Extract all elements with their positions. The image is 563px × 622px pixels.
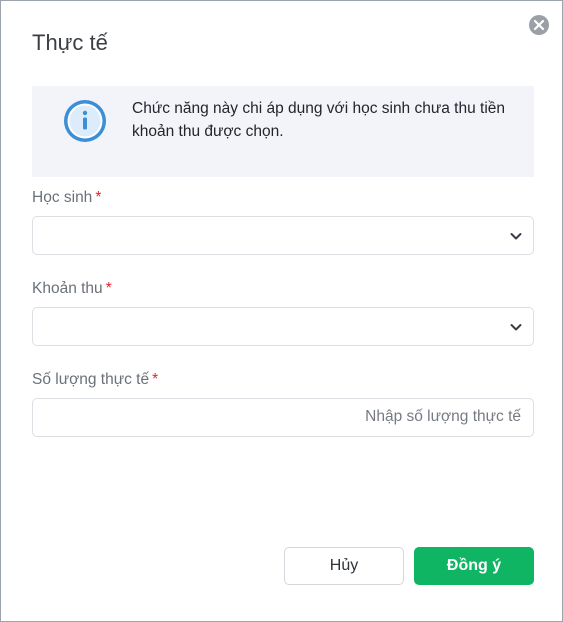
info-icon xyxy=(64,100,106,142)
required-mark: * xyxy=(105,280,112,297)
quantity-label: Số lượng thực tế * xyxy=(32,371,158,389)
fee-label-text: Khoản thu xyxy=(32,280,103,297)
dialog: Thực tế Chức năng này chi áp dụng với họ… xyxy=(0,0,563,622)
quantity-input[interactable]: Nhập số lượng thực tế xyxy=(32,398,534,437)
student-label: Học sinh * xyxy=(32,189,101,207)
quantity-label-text: Số lượng thực tế xyxy=(32,371,150,388)
student-label-text: Học sinh xyxy=(32,189,93,206)
fee-select[interactable] xyxy=(32,307,534,346)
dialog-title: Thực tế xyxy=(32,30,108,55)
info-message: Chức năng này chi áp dụng với học sinh c… xyxy=(132,100,506,140)
confirm-button[interactable]: Đồng ý xyxy=(414,547,534,585)
chevron-down-icon xyxy=(510,233,522,240)
info-banner: Chức năng này chi áp dụng với học sinh c… xyxy=(32,86,534,177)
quantity-placeholder: Nhập số lượng thực tế xyxy=(365,408,521,425)
required-mark: * xyxy=(95,189,102,206)
fee-label: Khoản thu * xyxy=(32,280,112,298)
student-select[interactable] xyxy=(32,216,534,255)
chevron-down-icon xyxy=(510,324,522,331)
required-mark: * xyxy=(152,371,159,388)
cancel-button[interactable]: Hủy xyxy=(284,547,404,585)
close-icon xyxy=(529,15,549,35)
close-button[interactable] xyxy=(528,14,550,36)
